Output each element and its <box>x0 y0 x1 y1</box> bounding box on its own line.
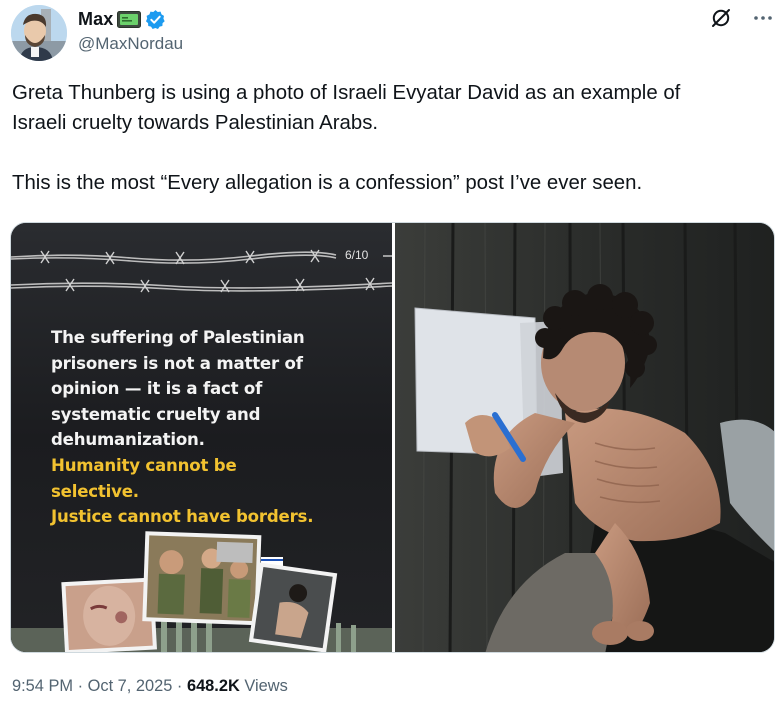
verified-badge-icon[interactable] <box>145 9 166 30</box>
dog-tag-emoji-icon <box>117 10 142 28</box>
quote-line-highlight: selective. <box>51 481 139 501</box>
tweet-actions-top <box>709 6 775 30</box>
more-horizontal-icon[interactable] <box>751 6 775 30</box>
quote-line: systematic cruelty and <box>51 404 261 424</box>
tweet-meta: 9:54 PM · Oct 7, 2025 · 648.2K Views <box>12 677 288 696</box>
tweet-timestamp[interactable]: 9:54 PM · Oct 7, 2025 <box>12 677 172 695</box>
tweet-media: 6/10 The suffering of Palestinian prison… <box>10 222 775 653</box>
quote-line: opinion — it is a fact of <box>51 379 263 399</box>
avatar-image <box>11 5 67 61</box>
quote-line: The suffering of Palestinian <box>51 328 305 347</box>
infographic-quote: The suffering of Palestinian prisoners i… <box>51 325 381 530</box>
author-handle[interactable]: @MaxNordau <box>78 34 183 54</box>
author-display-name[interactable]: Max <box>78 9 113 30</box>
media-image-right[interactable] <box>395 223 774 652</box>
tweet-text-line: Greta Thunberg is using a photo of Israe… <box>12 82 681 104</box>
tweet-text-line: Israeli cruelty towards Palestinian Arab… <box>12 112 379 134</box>
tweet-text: Greta Thunberg is using a photo of Israe… <box>12 78 777 198</box>
tweet-text-line: This is the most “Every allegation is a … <box>12 172 643 194</box>
grok-icon[interactable] <box>709 6 733 30</box>
slide-counter: 6/10 <box>345 248 369 262</box>
avatar[interactable] <box>11 5 67 61</box>
meta-separator: · <box>73 677 88 695</box>
meta-separator: · <box>172 677 187 695</box>
views-label: Views <box>239 677 288 695</box>
tweet-time: 9:54 PM <box>12 677 74 695</box>
tweet-date: Oct 7, 2025 <box>87 677 173 695</box>
quote-line-highlight: Humanity cannot be <box>51 455 237 475</box>
views-count[interactable]: 648.2K <box>187 677 240 695</box>
quote-line-highlight: Justice cannot have borders. <box>51 507 314 527</box>
quote-line: dehumanization. <box>51 430 205 450</box>
quote-line: prisoners is not a matter of <box>51 353 303 373</box>
photo-of-emaciated-man-writing-on-paper <box>395 223 774 652</box>
author-name-row: Max <box>78 8 166 30</box>
media-image-left[interactable]: 6/10 The suffering of Palestinian prison… <box>11 223 392 652</box>
